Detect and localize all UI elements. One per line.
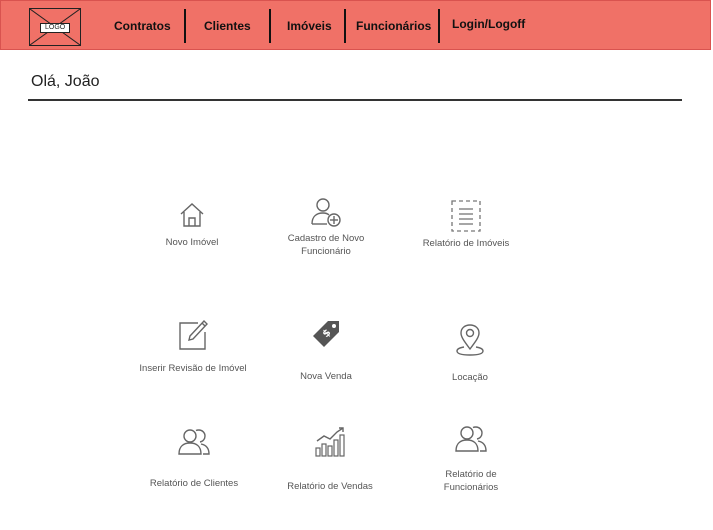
edit-icon <box>179 319 208 350</box>
add-user-icon <box>311 198 341 227</box>
tile-label: Nova Venda <box>300 371 352 382</box>
greeting-divider <box>28 99 682 101</box>
tile-label: Inserir Revisão de Imóvel <box>139 363 247 374</box>
greeting-text: Olá, João <box>31 73 100 90</box>
tile-label: Cadastro de Novo Funcionário <box>287 233 365 257</box>
nav-separator <box>438 9 440 43</box>
nav-separator <box>184 9 186 43</box>
tile-inserir-revisao[interactable]: Inserir Revisão de Imóvel <box>133 318 253 375</box>
tile-relatorio-clientes[interactable]: Relatório de Clientes <box>134 427 254 490</box>
nav-separator <box>269 9 271 43</box>
nav-login-logoff[interactable]: Login/Logoff <box>452 17 525 31</box>
house-icon <box>180 203 204 227</box>
logo-text: LOGO <box>40 23 71 33</box>
price-tag-icon: $ <box>313 321 339 347</box>
tile-relatorio-vendas[interactable]: Relatório de Vendas <box>270 426 390 493</box>
tile-label: Novo Imóvel <box>165 237 219 248</box>
tile-label: Relatório de Vendas <box>287 481 373 492</box>
nav-funcionarios[interactable]: Funcionários <box>356 19 431 33</box>
nav-imoveis[interactable]: Imóveis <box>287 19 332 33</box>
tile-label: Relatório de Imóveis <box>422 238 510 249</box>
tile-cadastro-funcionario[interactable]: Cadastro de Novo Funcionário <box>266 196 386 258</box>
tile-relatorio-imoveis[interactable]: Relatório de Imóveis <box>406 199 526 250</box>
nav-separator <box>344 9 346 43</box>
tile-nova-venda[interactable]: $ Nova Venda <box>266 318 386 383</box>
location-pin-icon <box>456 324 484 356</box>
tile-label: Relatório de Clientes <box>149 478 239 489</box>
tile-locacao[interactable]: Locação <box>410 323 530 384</box>
users-icon <box>178 429 210 455</box>
nav-clientes[interactable]: Clientes <box>204 19 251 33</box>
nav-contratos[interactable]: Contratos <box>114 19 171 33</box>
top-navbar: LOGO Contratos Clientes Imóveis Funcioná… <box>0 0 711 50</box>
users-icon <box>455 426 487 452</box>
document-list-icon <box>451 200 481 232</box>
tile-label: Relatório de Funcionários <box>443 469 499 493</box>
tile-relatorio-funcionarios[interactable]: Relatório de Funcionários <box>411 424 531 494</box>
bar-chart-icon <box>315 427 345 457</box>
logo-placeholder[interactable]: LOGO <box>29 8 81 46</box>
tile-label: Locação <box>452 372 488 383</box>
tile-novo-imovel[interactable]: Novo Imóvel <box>132 200 252 249</box>
